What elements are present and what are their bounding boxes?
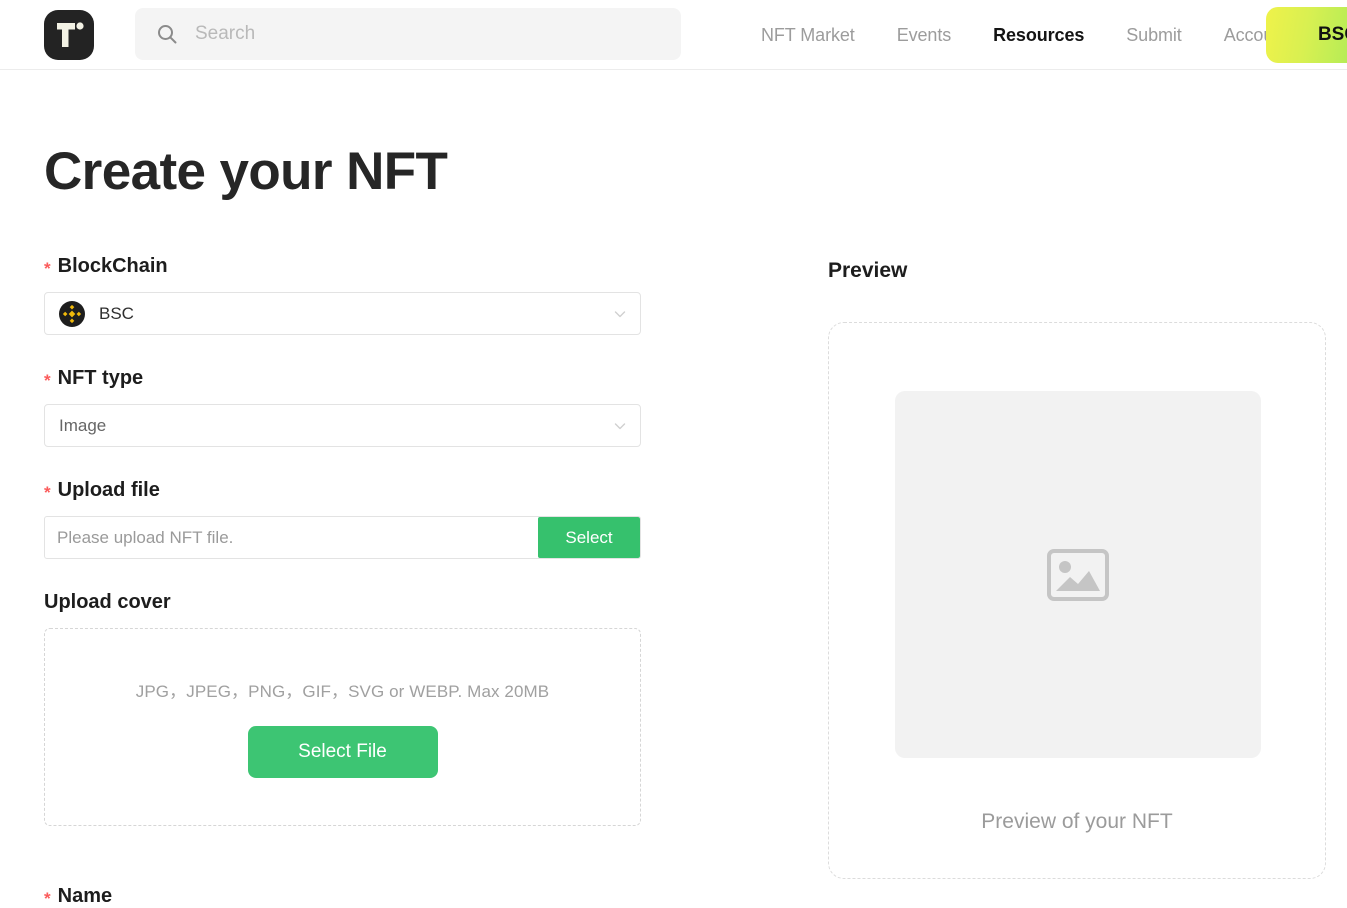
upload-cover-label: Upload cover [44, 591, 642, 614]
preview-card: Preview of your NFT [828, 322, 1326, 879]
nft-type-label: * NFT type [44, 367, 642, 390]
chevron-down-icon [612, 306, 628, 322]
select-file-button[interactable]: Select [538, 517, 640, 558]
search-box[interactable] [135, 8, 681, 60]
upload-file-input[interactable] [45, 517, 538, 558]
cover-format-hint: JPG，JPEG，PNG，GIF，SVG or WEBP. Max 20MB [135, 681, 550, 701]
binance-bsc-icon [59, 300, 85, 327]
main-nav: NFT Market Events Resources Submit Accou… [740, 0, 1309, 70]
upload-file-label: * Upload file [44, 479, 642, 502]
preview-title: Preview [828, 259, 908, 282]
image-placeholder-icon [1047, 548, 1109, 601]
tofu-logo[interactable] [44, 10, 94, 60]
blockchain-value: BSC [99, 303, 134, 323]
upload-file-row: Select [44, 516, 641, 559]
select-cover-file-button[interactable]: Select File [247, 725, 438, 778]
preview-caption: Preview of your NFT [981, 810, 1173, 833]
page-title: Create your NFT [44, 142, 448, 201]
create-nft-form: * BlockChain BSC * NFT type Image * Uplo… [44, 255, 642, 826]
search-input[interactable] [195, 8, 681, 60]
nav-item-nft-market[interactable]: NFT Market [740, 25, 876, 46]
search-icon [155, 22, 179, 46]
nav-item-events[interactable]: Events [876, 25, 972, 46]
nft-type-value: Image [59, 415, 107, 435]
required-marker: * [44, 371, 51, 390]
blockchain-select[interactable]: BSC [44, 292, 641, 335]
blockchain-label: * BlockChain [44, 255, 642, 278]
upload-cover-label-text: Upload cover [44, 591, 171, 613]
nft-type-label-text: NFT type [57, 367, 144, 389]
upload-file-label-text: Upload file [57, 479, 160, 501]
required-marker: * [44, 889, 51, 908]
nft-type-select[interactable]: Image [44, 404, 641, 447]
chain-selector-button[interactable]: BSC [1266, 7, 1347, 63]
required-marker: * [44, 259, 51, 278]
nav-item-submit[interactable]: Submit [1105, 25, 1202, 46]
nav-item-resources[interactable]: Resources [972, 25, 1105, 46]
chevron-down-icon [612, 418, 628, 434]
blockchain-label-text: BlockChain [57, 255, 168, 277]
preview-thumbnail [895, 391, 1261, 758]
site-header: NFT Market Events Resources Submit Accou… [0, 0, 1347, 70]
cover-dropzone[interactable]: JPG，JPEG，PNG，GIF，SVG or WEBP. Max 20MB S… [44, 628, 641, 826]
required-marker: * [44, 483, 51, 502]
